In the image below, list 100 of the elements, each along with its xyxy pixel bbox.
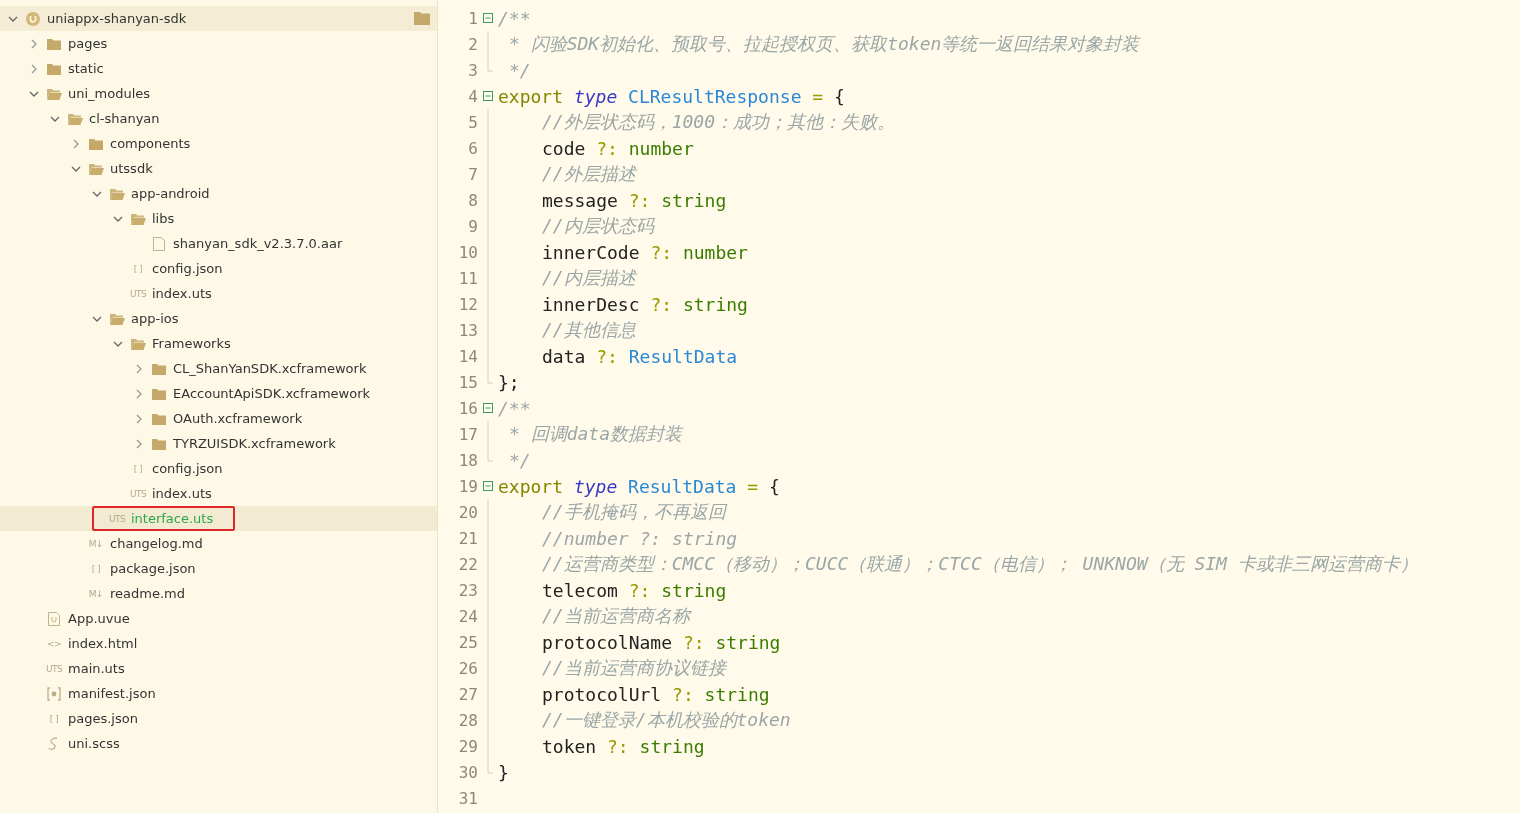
code-line: //内层描述 <box>541 266 636 290</box>
line-number: 7 <box>467 164 478 184</box>
code-line: * 闪验SDK初始化、预取号、拉起授权页、获取token等统一返回结果对象封装 <box>508 32 1140 56</box>
line-number: 21 <box>457 528 478 548</box>
settings-file-icon <box>46 685 62 702</box>
line-number: 12 <box>457 294 478 314</box>
fold-end-line <box>487 57 494 72</box>
line-number: 23 <box>457 580 478 600</box>
code-line: //其他信息 <box>541 318 636 342</box>
code-line: //当前运营商名称 <box>541 604 690 628</box>
code-line: /** <box>498 397 531 419</box>
file-type-icon: [ ] <box>130 263 146 274</box>
line-number: 26 <box>457 658 478 678</box>
line-number: 10 <box>457 242 478 262</box>
tree-item[interactable]: CL_ShanYanSDK.xcframework <box>0 356 437 381</box>
tree-item[interactable]: [ ] config.json <box>0 256 437 281</box>
line-number: 14 <box>457 346 478 366</box>
tree-item[interactable]: App.uvue <box>0 606 437 631</box>
code-line: /** <box>498 7 531 29</box>
code-line: //一键登录/本机校验的token <box>541 708 791 732</box>
tree-item[interactable]: EAccountApiSDK.xcframework <box>0 381 437 406</box>
tree-item[interactable]: [ ] config.json <box>0 456 437 481</box>
file-type-icon: [ ] <box>88 563 104 574</box>
tree-item[interactable]: Frameworks <box>0 331 437 356</box>
tree-item[interactable]: pages <box>0 31 437 56</box>
fold-end-line <box>487 759 494 774</box>
file-type-icon: [ ] <box>130 463 146 474</box>
code-line: //内层状态码 <box>541 214 654 238</box>
code-line: //运营商类型：CMCC（移动）；CUCC（联通）；CTCC（电信）； UNKNOW（无 SIM 卡或非三网运营商卡） <box>541 552 1418 576</box>
line-number: 11 <box>457 268 478 288</box>
line-number: 3 <box>467 60 478 80</box>
tree-item[interactable]: uni_modules <box>0 81 437 106</box>
line-number: 27 <box>457 684 478 704</box>
code-line: //外层状态码，1000：成功；其他：失败。 <box>541 110 896 134</box>
code-line: */ <box>508 449 531 471</box>
line-number: 25 <box>457 632 478 652</box>
tree-item[interactable]: components <box>0 131 437 156</box>
tree-item[interactable]: static <box>0 56 437 81</box>
file-type-icon: M↓ <box>88 538 104 549</box>
tree-item[interactable]: cl-shanyan <box>0 106 437 131</box>
code-line: //number ?: string <box>541 527 738 549</box>
tree-item[interactable]: OAuth.xcframework <box>0 406 437 431</box>
code-line: * 回调data数据封装 <box>508 422 683 446</box>
tree-item[interactable]: app-android <box>0 181 437 206</box>
tree-item[interactable]: <> index.html <box>0 631 437 656</box>
line-number: 6 <box>467 138 478 158</box>
tree-item[interactable]: shanyan_sdk_v2.3.7.0.aar <box>0 231 437 256</box>
tree-item[interactable]: manifest.json <box>0 681 437 706</box>
file-type-icon: UTS <box>130 488 146 499</box>
line-number: 5 <box>467 112 478 132</box>
tree-item[interactable]: app-ios <box>0 306 437 331</box>
line-number: 1 <box>467 8 478 28</box>
tree-item[interactable]: UTS main.uts <box>0 656 437 681</box>
line-number: 13 <box>457 320 478 340</box>
tree-item[interactable]: M↓ readme.md <box>0 581 437 606</box>
fold-end-line <box>487 369 494 384</box>
code-line: //手机掩码，不再返回 <box>541 500 726 524</box>
code-line: innerDesc ?: string <box>541 293 748 315</box>
line-number: 28 <box>457 710 478 730</box>
file-type-icon: UTS <box>46 663 62 674</box>
line-number: 30 <box>457 762 478 782</box>
line-number: 20 <box>457 502 478 522</box>
code-line: } <box>498 761 509 783</box>
code-line: //外层描述 <box>541 162 636 186</box>
line-number: 16 <box>457 398 478 418</box>
tree-item[interactable]: [ ] pages.json <box>0 706 437 731</box>
line-number: 24 <box>457 606 478 626</box>
file-icon <box>151 235 167 252</box>
tree-item[interactable]: uni.scss <box>0 731 437 756</box>
line-number: 8 <box>467 190 478 210</box>
line-number: 19 <box>457 476 478 496</box>
page-file-icon <box>46 610 62 627</box>
file-type-icon: UTS <box>109 513 125 524</box>
code-line: //当前运营商协议链接 <box>541 656 726 680</box>
tree-item[interactable]: UTS index.uts <box>0 481 437 506</box>
tree-item[interactable]: [ ] package.json <box>0 556 437 581</box>
project-icon <box>25 10 41 27</box>
tree-item[interactable]: M↓ changelog.md <box>0 531 437 556</box>
line-number: 17 <box>457 424 478 444</box>
tree-item[interactable]: TYRZUISDK.xcframework <box>0 431 437 456</box>
fold-end-line <box>487 447 494 462</box>
tree-item[interactable]: uniappx-shanyan-sdk <box>0 6 437 31</box>
code-line: export type ResultData = { <box>498 475 780 497</box>
code-line: token ?: string <box>541 735 705 757</box>
tree-item[interactable]: UTS index.uts <box>0 281 437 306</box>
file-type-icon: UTS <box>130 288 146 299</box>
code-line: message ?: string <box>541 189 727 211</box>
line-number: 15 <box>457 372 478 392</box>
code-line: protocolUrl ?: string <box>541 683 770 705</box>
folder-icon <box>414 11 430 25</box>
tree-item[interactable]: libs <box>0 206 437 231</box>
tree-item[interactable]: utssdk <box>0 156 437 181</box>
code-line: data ?: ResultData <box>541 345 738 367</box>
code-line: */ <box>508 59 531 81</box>
line-number: 9 <box>467 216 478 236</box>
file-type-icon: <> <box>46 638 62 649</box>
code-line: code ?: number <box>541 137 694 159</box>
code-line: export type CLResultResponse = { <box>498 85 845 107</box>
line-number: 29 <box>457 736 478 756</box>
line-number: 2 <box>467 34 478 54</box>
